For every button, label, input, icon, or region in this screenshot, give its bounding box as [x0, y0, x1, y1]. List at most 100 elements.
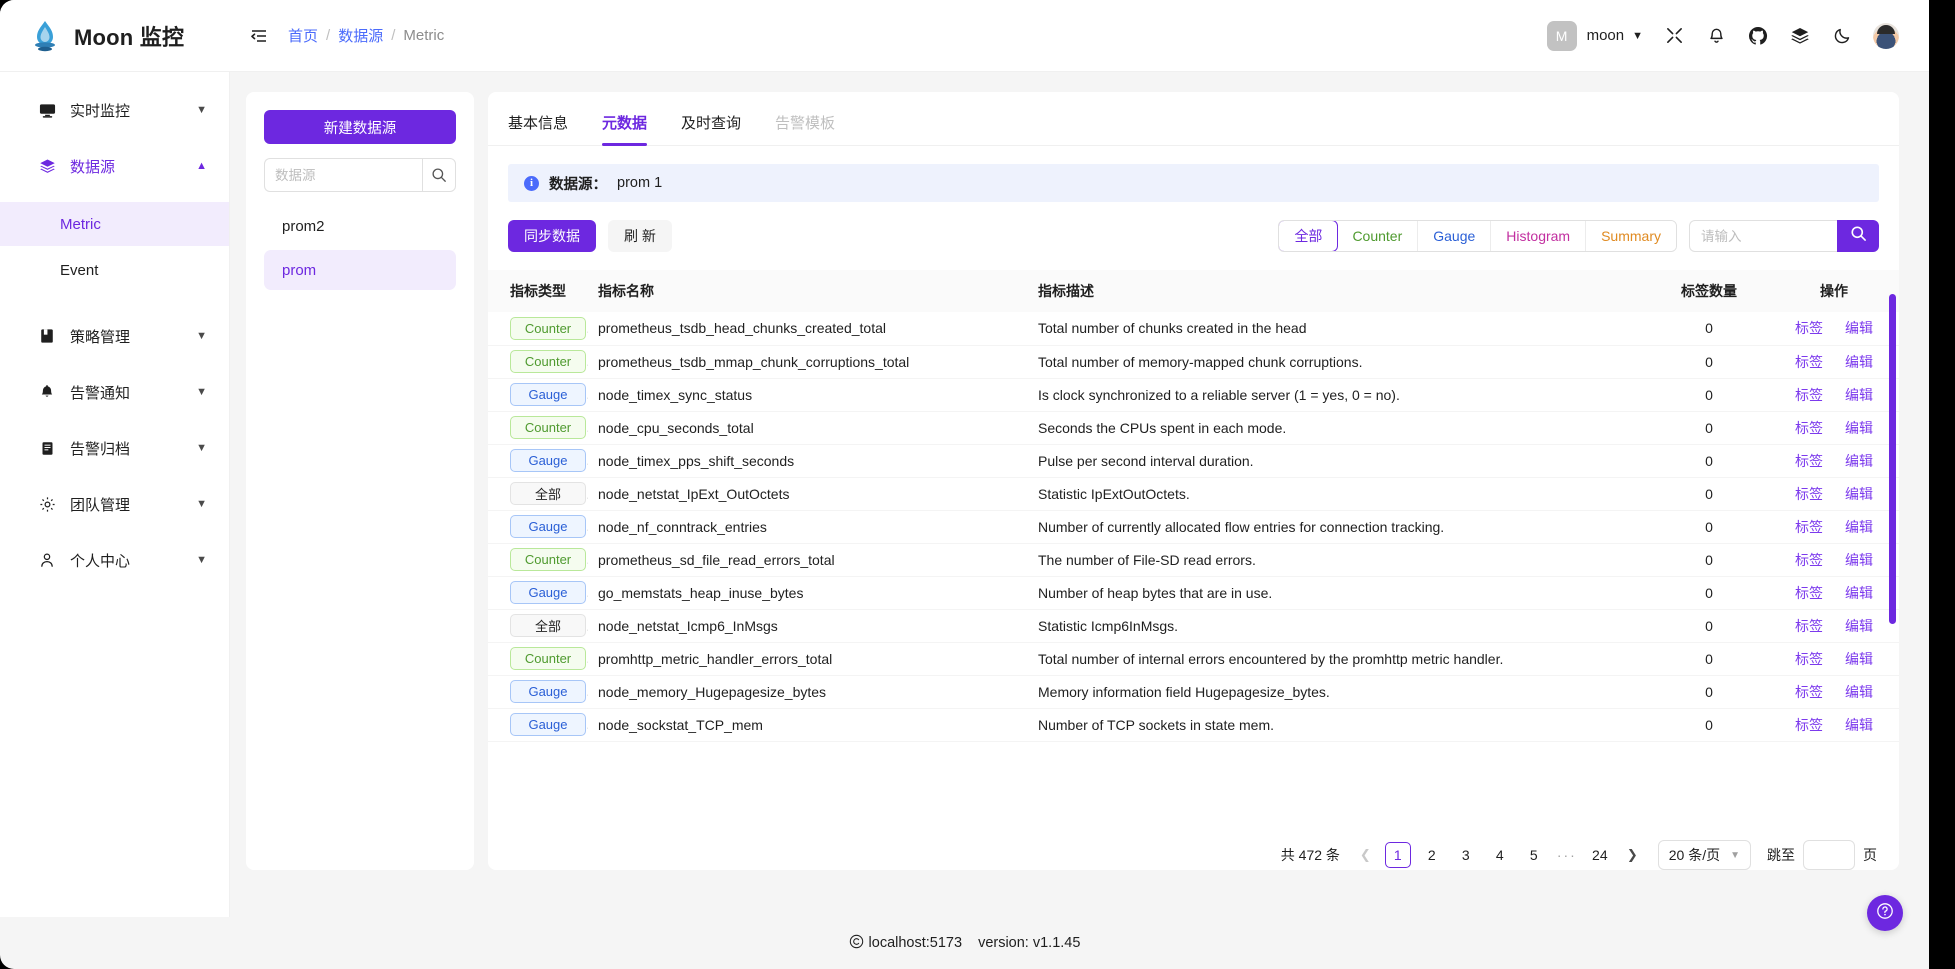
column-header-name: 指标名称: [588, 270, 1028, 312]
sidebar-item-event[interactable]: Event: [0, 248, 229, 292]
table-row[interactable]: 全部 node_netstat_Icmp6_InMsgs Statistic Icm…: [488, 609, 1899, 643]
sidebar-item-alarm-archive[interactable]: 告警归档 ▼: [0, 428, 229, 468]
help-button[interactable]: [1867, 895, 1903, 931]
layers-icon[interactable]: [1789, 25, 1811, 47]
tag-link[interactable]: 标签: [1795, 651, 1823, 667]
chevron-right-icon[interactable]: ❯: [1621, 847, 1644, 863]
table-row[interactable]: Gauge node_nf_conntrack_entries Number of …: [488, 510, 1899, 544]
edit-link[interactable]: 编辑: [1845, 684, 1873, 700]
moon-theme-icon[interactable]: [1831, 25, 1853, 47]
chevron-down-icon[interactable]: ▼: [1632, 30, 1643, 42]
avatar[interactable]: M: [1546, 20, 1577, 51]
page-button-last[interactable]: 24: [1587, 842, 1613, 868]
tag-link[interactable]: 标签: [1795, 618, 1823, 634]
sidebar-item-personal-center[interactable]: 个人中心 ▼: [0, 540, 229, 580]
brand[interactable]: Moon 监控: [0, 19, 230, 53]
sidebar-item-realtime-monitor[interactable]: 实时监控 ▼: [0, 90, 229, 130]
cell-description: The number of File-SD read errors.: [1028, 543, 1649, 577]
table-row[interactable]: Counter prometheus_tsdb_head_chunks_creat…: [488, 312, 1899, 346]
page-button-3[interactable]: 3: [1453, 842, 1479, 868]
edit-link[interactable]: 编辑: [1845, 486, 1873, 502]
page-size-select[interactable]: 20 条/页 ▼: [1657, 840, 1751, 870]
menu-collapse-icon[interactable]: [248, 25, 270, 47]
tag-link[interactable]: 标签: [1795, 717, 1823, 733]
tag-link[interactable]: 标签: [1795, 585, 1823, 601]
sync-data-button[interactable]: 同步数据: [508, 220, 596, 252]
fullscreen-icon[interactable]: [1663, 25, 1685, 47]
tag-link[interactable]: 标签: [1795, 486, 1823, 502]
filter-summary[interactable]: Summary: [1586, 221, 1676, 251]
user-avatar-photo[interactable]: [1873, 22, 1899, 49]
tag-link[interactable]: 标签: [1795, 320, 1823, 336]
breadcrumb-item-datasource[interactable]: 数据源: [338, 25, 383, 46]
jump-page-input[interactable]: [1803, 840, 1855, 870]
column-header-description: 指标描述: [1028, 270, 1649, 312]
search-input[interactable]: [1689, 220, 1837, 252]
table-row[interactable]: Counter node_cpu_seconds_total Seconds the…: [488, 411, 1899, 445]
status-badge: Gauge: [510, 581, 586, 604]
tab-metadata[interactable]: 元数据: [602, 106, 648, 146]
edit-link[interactable]: 编辑: [1845, 585, 1873, 601]
user-name[interactable]: moon: [1587, 27, 1625, 44]
edit-link[interactable]: 编辑: [1845, 354, 1873, 370]
edit-link[interactable]: 编辑: [1845, 651, 1873, 667]
datasource-search-input[interactable]: [264, 158, 422, 192]
header-tools: M moon ▼: [1546, 20, 1899, 51]
page-button-5[interactable]: 5: [1521, 842, 1547, 868]
filter-histogram[interactable]: Histogram: [1491, 221, 1587, 251]
edit-link[interactable]: 编辑: [1845, 519, 1873, 535]
edit-link[interactable]: 编辑: [1845, 453, 1873, 469]
edit-link[interactable]: 编辑: [1845, 618, 1873, 634]
table-row[interactable]: Gauge node_timex_sync_status Is clock sync…: [488, 378, 1899, 412]
table-row[interactable]: Counter prometheus_tsdb_mmap_chunk_corrup…: [488, 345, 1899, 379]
layers-icon: [38, 158, 56, 175]
table-row[interactable]: Gauge node_sockstat_TCP_mem Number of TCP …: [488, 708, 1899, 742]
search-button[interactable]: [1837, 220, 1879, 252]
bell-icon[interactable]: [1705, 25, 1727, 47]
sidebar-item-strategy-management[interactable]: 策略管理 ▼: [0, 316, 229, 356]
edit-link[interactable]: 编辑: [1845, 320, 1873, 336]
sidebar-item-metric[interactable]: Metric: [0, 202, 229, 246]
tag-link[interactable]: 标签: [1795, 453, 1823, 469]
chevron-left-icon[interactable]: ❮: [1354, 847, 1377, 863]
edit-link[interactable]: 编辑: [1845, 387, 1873, 403]
filter-gauge[interactable]: Gauge: [1418, 221, 1492, 251]
list-item[interactable]: prom2: [264, 206, 456, 246]
table-row[interactable]: Gauge node_memory_Hugepagesize_bytes Memor…: [488, 675, 1899, 709]
tag-link[interactable]: 标签: [1795, 354, 1823, 370]
sidebar-item-alarm-notification[interactable]: 告警通知 ▼: [0, 372, 229, 412]
tag-link[interactable]: 标签: [1795, 519, 1823, 535]
filter-all[interactable]: 全部: [1279, 221, 1339, 251]
sidebar-item-team-management[interactable]: 团队管理 ▼: [0, 484, 229, 524]
metric-type-filter: 全部 Counter Gauge Histogram Summary: [1278, 220, 1677, 252]
edit-link[interactable]: 编辑: [1845, 717, 1873, 733]
chevron-down-icon: ▼: [196, 330, 207, 342]
table-vertical-scrollbar[interactable]: [1889, 294, 1896, 624]
refresh-button[interactable]: 刷 新: [608, 220, 672, 252]
search-icon[interactable]: [422, 158, 456, 192]
table-row[interactable]: Counter prometheus_sd_file_read_errors_to…: [488, 543, 1899, 577]
list-item[interactable]: prom: [264, 250, 456, 290]
filter-counter[interactable]: Counter: [1337, 221, 1419, 251]
sidebar-item-datasource[interactable]: 数据源 ▲: [0, 146, 229, 186]
tab-instant-query[interactable]: 及时查询: [681, 106, 741, 145]
tag-link[interactable]: 标签: [1795, 684, 1823, 700]
tag-link[interactable]: 标签: [1795, 387, 1823, 403]
create-datasource-button[interactable]: 新建数据源: [264, 110, 456, 144]
page-button-1[interactable]: 1: [1384, 842, 1411, 868]
tag-link[interactable]: 标签: [1795, 420, 1823, 436]
edit-link[interactable]: 编辑: [1845, 420, 1873, 436]
page-button-4[interactable]: 4: [1487, 842, 1513, 868]
tab-basic-info[interactable]: 基本信息: [508, 106, 568, 145]
tab-bar: 基本信息 元数据 及时查询 告警模板: [488, 106, 1899, 146]
table-row[interactable]: Counter promhttp_metric_handler_errors_to…: [488, 642, 1899, 676]
github-icon[interactable]: [1747, 25, 1769, 47]
breadcrumb-item-home[interactable]: 首页: [288, 25, 318, 46]
table-row[interactable]: Gauge node_timex_pps_shift_seconds Pulse p…: [488, 444, 1899, 478]
page-button-2[interactable]: 2: [1419, 842, 1445, 868]
tag-link[interactable]: 标签: [1795, 552, 1823, 568]
body: 实时监控 ▼ 数据源 ▲ Metric Event 策略管理 ▼ 告警通知 ▼ …: [0, 72, 1929, 917]
edit-link[interactable]: 编辑: [1845, 552, 1873, 568]
table-row[interactable]: 全部 node_netstat_IpExt_OutOctets Statistic …: [488, 477, 1899, 511]
table-row[interactable]: Gauge go_memstats_heap_inuse_bytes Number …: [488, 576, 1899, 610]
